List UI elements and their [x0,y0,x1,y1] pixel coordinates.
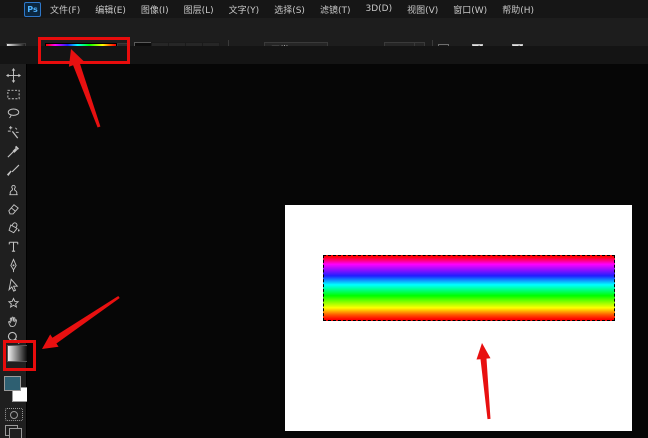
menu-items: 文件(F) 编辑(E) 图像(I) 图层(L) 文字(Y) 选择(S) 滤镜(T) 3D(D)… [50,0,534,18]
eyedropper-tool[interactable] [3,142,23,160]
menu-item[interactable]: 选择(S) [274,3,305,16]
menu-item[interactable]: 3D(D) [365,4,392,14]
brush-icon [6,163,21,178]
hand-icon [6,314,21,329]
menu-item[interactable]: 图像(I) [141,3,169,16]
annotation-highlight-box-gradient-tool [3,340,36,371]
quick-mask-circle [10,411,18,419]
screen-mode-icon-back [9,428,22,438]
path-select-tool[interactable] [3,275,23,293]
move-icon [6,68,21,83]
move-tool[interactable] [3,66,23,84]
eraser-tool[interactable] [3,199,23,217]
clone-stamp-tool[interactable] [3,180,23,198]
gradient-fill-selection [323,255,615,321]
lasso-icon [6,106,21,121]
marquee-icon [6,87,21,102]
type-icon [6,239,21,254]
menu-item[interactable]: 文字(Y) [229,3,260,16]
photoshop-logo: Ps [24,2,41,17]
canvas-document[interactable] [285,205,632,431]
menu-item[interactable]: 编辑(E) [95,3,126,16]
menu-item[interactable]: 帮助(H) [502,3,534,16]
eyedropper-icon [6,144,21,159]
lasso-tool[interactable] [3,104,23,122]
pen-tool[interactable] [3,256,23,274]
menu-item[interactable]: 视图(V) [407,3,438,16]
selection-arrow-icon [6,277,21,292]
menu-item[interactable]: 窗口(W) [453,3,487,16]
rect-marquee-tool[interactable] [3,85,23,103]
brush-tool[interactable] [3,161,23,179]
menu-bar: Ps 文件(F) 编辑(E) 图像(I) 图层(L) 文字(Y) 选择(S) 滤镜(T) 3D… [0,0,648,19]
eraser-icon [6,201,21,216]
menu-item[interactable]: 文件(F) [50,3,80,16]
paint-bucket-tool[interactable] [3,218,23,236]
quick-mask-icon[interactable] [5,408,23,421]
magic-wand-icon [6,125,21,140]
custom-shape-tool[interactable] [3,294,23,312]
menu-item[interactable]: 滤镜(T) [320,3,351,16]
annotation-highlight-box-gradient-preview [38,37,130,64]
menu-item[interactable]: 图层(L) [184,3,214,16]
paint-bucket-icon [6,220,21,235]
clone-stamp-icon [6,182,21,197]
pen-icon [6,258,21,273]
photoshop-window: Ps 文件(F) 编辑(E) 图像(I) 图层(L) 文字(Y) 选择(S) 滤镜(T) 3D… [0,0,648,438]
canvas-workspace[interactable] [27,64,648,438]
type-tool[interactable] [3,237,23,255]
star-icon [6,296,21,311]
foreground-color-swatch[interactable] [4,376,21,391]
magic-wand-tool[interactable] [3,123,23,141]
tool-options-bar: 模式: 正常 不透明度: 100% 反向 ✓ 仿色 ✓ 透明区域 [0,18,648,47]
